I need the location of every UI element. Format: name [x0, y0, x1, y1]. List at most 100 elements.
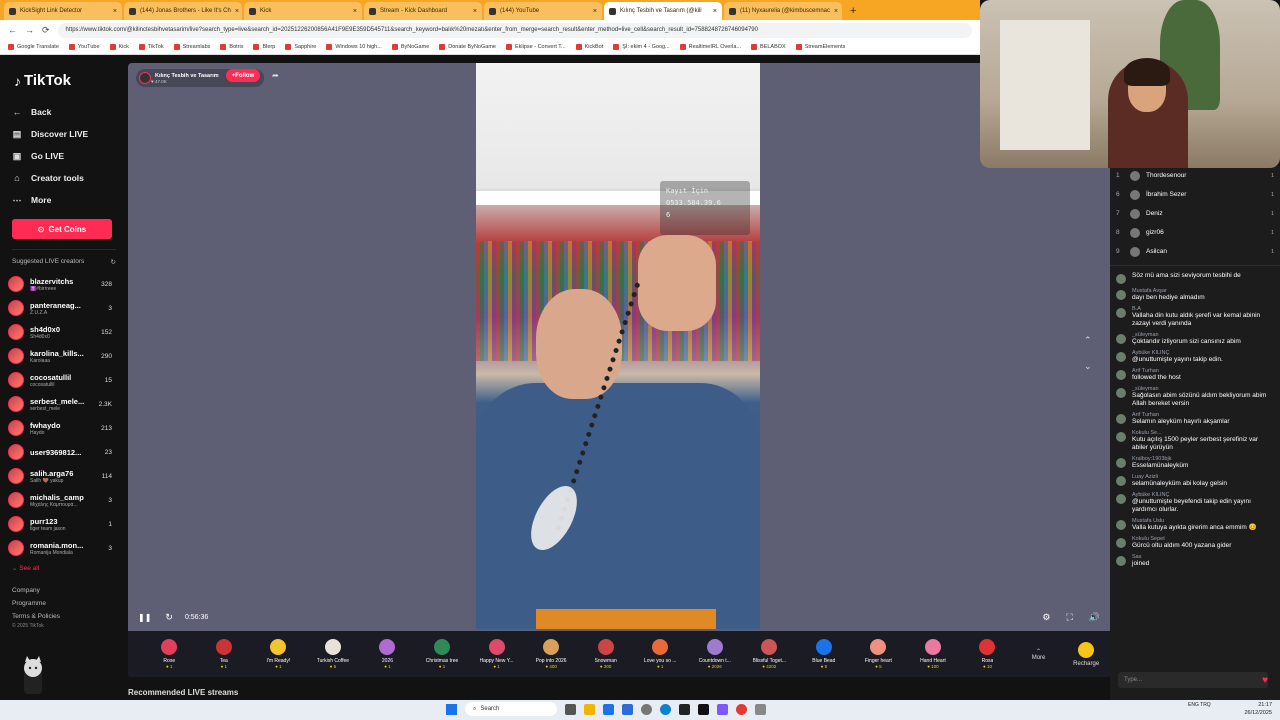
bookmark-item[interactable]: Şİ: ekim 4 - Goog... — [613, 44, 670, 50]
creator-item[interactable]: sh4d0x0 Sh4d0x0 152 — [8, 320, 112, 344]
refresh-icon[interactable]: ↻ — [165, 612, 173, 623]
bookmark-item[interactable]: Eklipse - Convert T... — [505, 44, 566, 50]
creator-item[interactable]: blazervitchs ✝️#birrreee 328 — [8, 272, 112, 296]
app-icon[interactable] — [641, 703, 652, 715]
avatar[interactable] — [1116, 414, 1126, 424]
reload-icon[interactable]: ⟳ — [42, 25, 50, 36]
footer-link[interactable]: Company — [12, 584, 122, 597]
bookmark-item[interactable]: RealtimeIRL Overla... — [679, 44, 741, 50]
recharge-button[interactable]: Recharge — [1062, 641, 1110, 667]
close-icon[interactable]: × — [473, 8, 477, 15]
creator-item[interactable]: purr123 tiger team jason 1 — [8, 512, 112, 536]
forward-icon[interactable]: → — [25, 25, 34, 35]
bookmark-item[interactable]: ByNoGame — [391, 44, 429, 50]
bookmark-item[interactable]: Google Translate — [8, 44, 59, 50]
more-gifts-button[interactable]: ⌃ More — [1015, 648, 1063, 661]
close-icon[interactable]: × — [593, 8, 597, 15]
gift-item[interactable]: Rosa ● 10 — [960, 639, 1015, 669]
see-all-link[interactable]: ⌄ See all — [12, 564, 122, 572]
bookmark-item[interactable]: BELABOX — [751, 44, 786, 50]
avatar[interactable] — [1116, 352, 1126, 362]
avatar[interactable] — [1116, 334, 1126, 344]
creator-item[interactable]: cocosatullil cocosatullil 15 — [8, 368, 112, 392]
host-avatar[interactable] — [139, 72, 151, 84]
avatar[interactable] — [8, 420, 24, 436]
task-view-icon[interactable] — [565, 703, 576, 715]
url-field[interactable]: https://www.tiktok.com/@kilinctesbihveta… — [57, 22, 972, 38]
creator-item[interactable]: romania.mon... Romanija Mondiala 3 — [8, 536, 112, 560]
gift-item[interactable]: Christmas tree ● 1 — [415, 639, 470, 669]
avatar[interactable] — [8, 372, 24, 388]
avatar[interactable] — [1116, 370, 1126, 380]
avatar[interactable] — [8, 540, 24, 556]
bookmark-item[interactable]: Kick — [109, 44, 129, 50]
avatar[interactable] — [1116, 494, 1126, 504]
sidebar-item-back[interactable]: ← Back — [12, 101, 122, 123]
bookmark-item[interactable]: Botrix — [220, 44, 243, 50]
gift-item[interactable]: Turkish Coffee ● 5 — [306, 639, 361, 669]
avatar[interactable] — [8, 492, 24, 508]
creator-item[interactable]: serbest_mele... serbest_mele 2.3K — [8, 392, 112, 416]
gift-item[interactable]: Hand Heart ● 100 — [906, 639, 961, 669]
sidebar-item-creator-tools[interactable]: ⌂ Creator tools — [12, 167, 122, 189]
tiktok-logo[interactable]: ♪ TikTok — [14, 72, 122, 89]
top-viewer-row[interactable]: 1 Thordesenour 1 — [1110, 166, 1280, 185]
avatar[interactable] — [8, 276, 24, 292]
footer-link[interactable]: Programme — [12, 597, 122, 610]
avatar[interactable] — [1116, 458, 1126, 468]
bookmark-item[interactable]: Streamlabs — [173, 44, 210, 50]
top-viewer-row[interactable]: 7 Deniz 1 — [1110, 204, 1280, 223]
heart-icon[interactable]: ♥ — [1262, 675, 1268, 686]
footer-link[interactable]: Terms & Policies — [12, 610, 122, 623]
gift-item[interactable]: Blue Bead ● 5 — [797, 639, 852, 669]
share-icon[interactable]: ➦ — [272, 71, 279, 80]
browser-tab[interactable]: Kick × — [244, 2, 362, 20]
discord-icon[interactable] — [717, 703, 728, 715]
avatar[interactable] — [1116, 538, 1126, 548]
avatar[interactable] — [8, 444, 24, 460]
calculator-icon[interactable] — [755, 703, 766, 715]
close-icon[interactable]: × — [113, 8, 117, 15]
chevron-up-icon[interactable]: ⌃ — [1084, 335, 1092, 346]
avatar[interactable] — [1116, 308, 1126, 318]
avatar[interactable] — [8, 468, 24, 484]
bookmark-item[interactable]: Windows 10 high... — [326, 44, 382, 50]
avatar[interactable] — [1116, 432, 1126, 442]
browser-tab[interactable]: (11) Nyxaurelia (@kimbuscemnac × — [724, 2, 842, 20]
browser-tab[interactable]: Kılınç Tesbih ve Tasarım (@kili × — [604, 2, 722, 20]
chevron-down-icon[interactable]: ⌄ — [1084, 361, 1092, 372]
volume-icon[interactable]: 🔊 — [1089, 612, 1100, 623]
avatar[interactable] — [8, 324, 24, 340]
gift-item[interactable]: Happy New Y... ● 1 — [469, 639, 524, 669]
close-icon[interactable]: × — [235, 8, 239, 15]
top-viewer-row[interactable]: 9 Asilcan 1 — [1110, 242, 1280, 261]
store-icon[interactable] — [603, 703, 614, 715]
bookmark-item[interactable]: Donate ByNoGame — [439, 44, 496, 50]
pause-icon[interactable]: ❚❚ — [138, 613, 151, 622]
gift-item[interactable]: I'm Ready! ● 1 — [251, 639, 306, 669]
fullscreen-icon[interactable]: ⛶ — [1066, 612, 1072, 623]
creator-item[interactable]: salih.arga76 Salih 🤎 yakup 114 — [8, 464, 112, 488]
avatar[interactable] — [1116, 520, 1126, 530]
clock[interactable]: 21:17 26/12/2025 — [1244, 701, 1272, 717]
close-icon[interactable]: × — [713, 8, 717, 15]
browser-tab[interactable]: (144) YouTube × — [484, 2, 602, 20]
bookmark-item[interactable]: Sapphire — [285, 44, 316, 50]
settings-icon[interactable]: ⚙ — [1042, 612, 1050, 623]
follow-button[interactable]: + Follow — [226, 69, 260, 82]
taskbar-search[interactable]: ⌕ Search — [465, 702, 557, 716]
refresh-icon[interactable]: ↻ — [111, 258, 116, 266]
avatar[interactable] — [8, 396, 24, 412]
sidebar-item-go-live[interactable]: ▣ Go LIVE — [12, 145, 122, 167]
file-explorer-icon[interactable] — [584, 703, 595, 715]
new-tab-icon[interactable]: + — [844, 2, 862, 20]
avatar[interactable] — [1116, 388, 1126, 398]
avatar[interactable] — [1116, 556, 1126, 566]
close-icon[interactable]: × — [834, 8, 838, 15]
gift-item[interactable]: Rose ● 1 — [142, 639, 197, 669]
edge-icon[interactable] — [660, 703, 671, 715]
close-icon[interactable]: × — [353, 8, 357, 15]
creator-item[interactable]: michalis_camp Μιχάλης Καμπουρά... 3 — [8, 488, 112, 512]
gift-item[interactable]: Finger heart ● 5 — [851, 639, 906, 669]
bookmark-item[interactable]: Blerp — [253, 44, 275, 50]
